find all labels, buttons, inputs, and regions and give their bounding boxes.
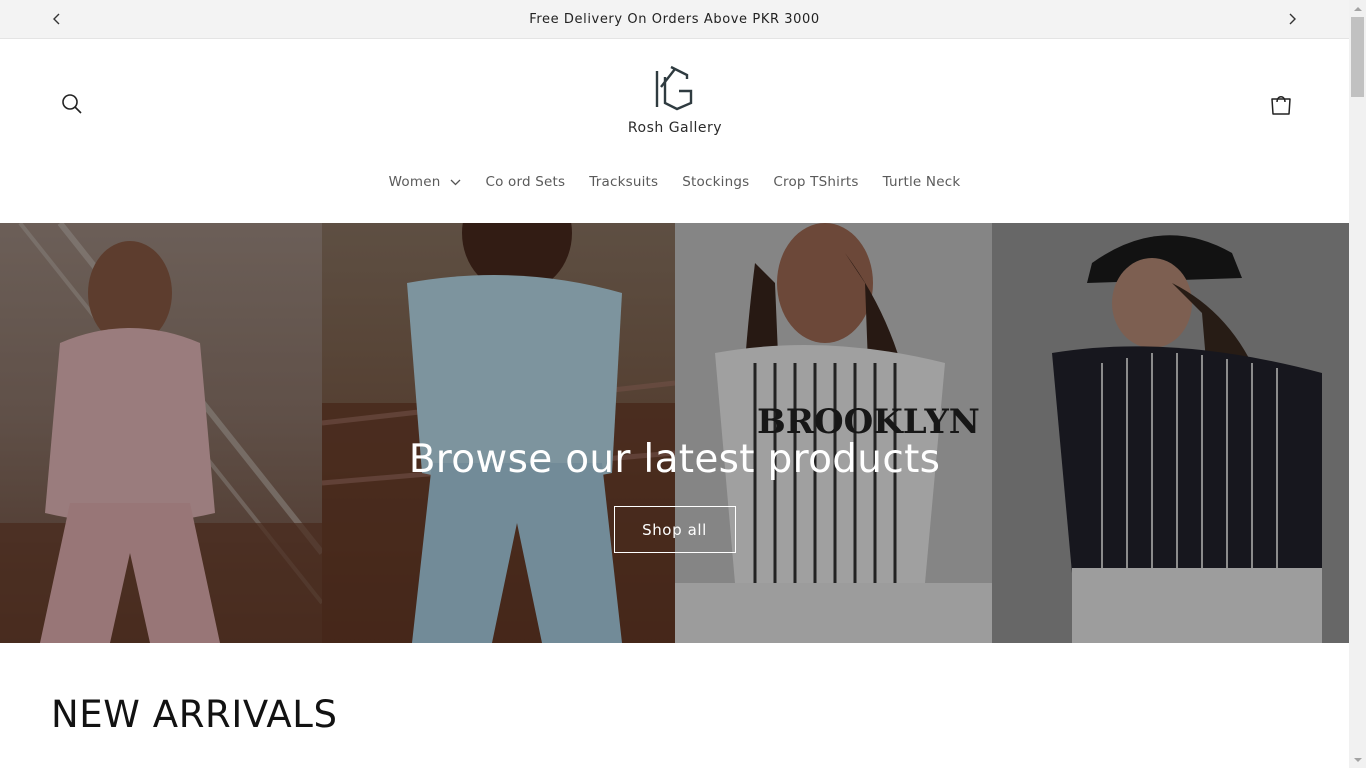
announcement-text: Free Delivery On Orders Above PKR 3000 [529, 11, 820, 27]
nav-item-label: Women [388, 174, 441, 190]
search-button[interactable] [58, 90, 86, 118]
nav-item-women[interactable]: Women [377, 174, 474, 190]
shop-all-button[interactable]: Shop all [613, 506, 736, 553]
nav-item-co-ord-sets[interactable]: Co ord Sets [473, 174, 577, 190]
hero-content: Browse our latest products Shop all [0, 437, 1349, 553]
hero-banner: BROOKLYN Browse our latest products Shop… [0, 223, 1349, 643]
new-arrivals-heading: NEW ARRIVALS [51, 693, 338, 736]
hero-title: Browse our latest products [408, 437, 941, 482]
site-logo[interactable]: Rosh Gallery [600, 63, 750, 147]
nav-item-label: Tracksuits [589, 174, 659, 190]
chevron-down-icon [450, 179, 461, 186]
logo-mark-icon [655, 65, 693, 111]
cart-icon [1271, 96, 1291, 115]
nav-item-label: Crop TShirts [773, 174, 859, 190]
nav-item-label: Stockings [682, 174, 750, 190]
scroll-down-arrow-icon[interactable] [1349, 751, 1366, 768]
scrollbar-thumb[interactable] [1351, 17, 1364, 97]
nav-item-stockings[interactable]: Stockings [670, 174, 761, 190]
announcement-next-button[interactable] [1282, 9, 1302, 29]
chevron-right-icon [1289, 13, 1296, 25]
nav-item-crop-tshirts[interactable]: Crop TShirts [761, 174, 870, 190]
main-nav: Women Co ord Sets Tracksuits Stockings C… [0, 169, 1349, 195]
chevron-left-icon [53, 13, 60, 25]
site-header: Rosh Gallery Women Co ord Sets Tracksuit… [0, 39, 1349, 223]
announcement-prev-button[interactable] [47, 9, 67, 29]
announcement-bar: Free Delivery On Orders Above PKR 3000 [0, 0, 1349, 39]
hero-overlay [0, 223, 1349, 643]
page-scrollbar[interactable] [1349, 0, 1366, 768]
nav-item-label: Turtle Neck [882, 174, 961, 190]
logo-text: Rosh Gallery [627, 120, 723, 136]
nav-item-tracksuits[interactable]: Tracksuits [577, 174, 670, 190]
cart-button[interactable] [1267, 90, 1295, 118]
scroll-up-arrow-icon[interactable] [1349, 0, 1366, 17]
nav-item-turtle-neck[interactable]: Turtle Neck [871, 174, 973, 190]
search-icon [62, 94, 82, 114]
nav-item-label: Co ord Sets [485, 174, 566, 190]
